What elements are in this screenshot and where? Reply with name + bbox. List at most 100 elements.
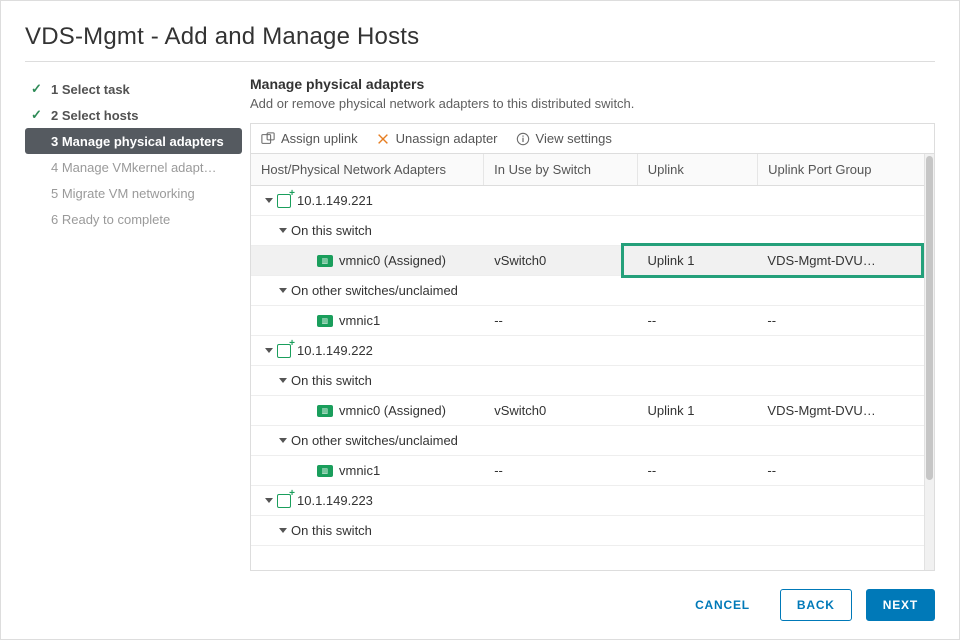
nav-step-3[interactable]: ✓3 Manage physical adapters <box>25 128 242 154</box>
cell-uplink: -- <box>637 306 757 335</box>
nic-row[interactable]: ▥vmnic0 (Assigned)vSwitch0Uplink 1VDS-Mg… <box>251 246 924 276</box>
cell-uplink: Uplink 1 <box>637 396 757 425</box>
col-header-portgroup[interactable]: Uplink Port Group <box>758 154 924 185</box>
row-label: vmnic0 (Assigned) <box>339 403 446 418</box>
cell-uplink <box>637 224 757 238</box>
table-toolbar: Assign uplink Unassign adapter View sett… <box>250 123 935 153</box>
scrollbar-thumb[interactable] <box>926 156 933 480</box>
back-button[interactable]: BACK <box>780 589 852 621</box>
cell-switch <box>484 524 637 538</box>
cell-uplink <box>637 434 757 448</box>
row-label: On this switch <box>291 523 372 538</box>
cell-switch: -- <box>484 306 637 335</box>
step-nav: ✓1 Select task✓2 Select hosts✓3 Manage p… <box>25 76 250 571</box>
cell-portgroup: -- <box>757 456 924 485</box>
nav-step-5: ✓5 Migrate VM networking <box>25 180 242 206</box>
host-row[interactable]: 10.1.149.222 <box>251 336 924 366</box>
nav-step-label: 3 Manage physical adapters <box>51 134 224 149</box>
nic-icon: ▥ <box>317 405 333 417</box>
nic-icon: ▥ <box>317 465 333 477</box>
pane-subtitle: Add or remove physical network adapters … <box>250 96 935 111</box>
host-icon <box>277 344 291 358</box>
unassign-icon <box>376 132 390 146</box>
row-label: On this switch <box>291 373 372 388</box>
wizard-dialog: VDS-Mgmt - Add and Manage Hosts ✓1 Selec… <box>0 0 960 640</box>
cell-uplink <box>637 284 757 298</box>
cell-switch: -- <box>484 456 637 485</box>
cell-switch <box>484 284 637 298</box>
assign-uplink-icon <box>261 132 275 146</box>
expand-caret-icon[interactable] <box>279 438 287 443</box>
next-button[interactable]: NEXT <box>866 589 935 621</box>
group-other[interactable]: On other switches/unclaimed <box>251 426 924 456</box>
info-icon <box>516 132 530 146</box>
view-settings-label: View settings <box>536 131 612 146</box>
dialog-footer: CANCEL BACK NEXT <box>25 571 935 621</box>
nav-step-1[interactable]: ✓1 Select task <box>25 76 242 102</box>
pane-title: Manage physical adapters <box>250 76 935 92</box>
cell-portgroup: VDS-Mgmt-DVU… <box>757 396 924 425</box>
expand-caret-icon[interactable] <box>265 198 273 203</box>
unassign-adapter-label: Unassign adapter <box>396 131 498 146</box>
nic-row[interactable]: ▥vmnic1------ <box>251 306 924 336</box>
cell-uplink: Uplink 1 <box>637 246 757 275</box>
group-on-switch[interactable]: On this switch <box>251 516 924 546</box>
expand-caret-icon[interactable] <box>265 348 273 353</box>
cell-switch <box>484 344 637 358</box>
cell-uplink <box>637 494 757 508</box>
expand-caret-icon <box>305 258 313 263</box>
cell-portgroup: VDS-Mgmt-DVU… <box>757 246 924 275</box>
nic-row[interactable]: ▥vmnic1------ <box>251 456 924 486</box>
expand-caret-icon[interactable] <box>279 378 287 383</box>
expand-caret-icon[interactable] <box>279 288 287 293</box>
host-icon <box>277 494 291 508</box>
row-label: On other switches/unclaimed <box>291 283 458 298</box>
assign-uplink-button[interactable]: Assign uplink <box>261 131 358 146</box>
nav-step-6: ✓6 Ready to complete <box>25 206 242 232</box>
table-header-row: Host/Physical Network Adapters In Use by… <box>251 154 924 186</box>
adapter-table: Host/Physical Network Adapters In Use by… <box>250 153 935 571</box>
cancel-button[interactable]: CANCEL <box>679 590 766 620</box>
table-body: 10.1.149.221 On this switch ▥ vmnic0 (Assig… <box>251 186 924 570</box>
assign-uplink-label: Assign uplink <box>281 131 358 146</box>
cell-portgroup <box>757 494 924 508</box>
cell-portgroup <box>757 284 924 298</box>
expand-caret-icon[interactable] <box>279 228 287 233</box>
cell-portgroup <box>757 194 924 208</box>
divider <box>25 61 935 62</box>
vertical-scrollbar[interactable] <box>924 154 934 570</box>
cell-switch: vSwitch0 <box>484 246 637 275</box>
unassign-adapter-button[interactable]: Unassign adapter <box>376 131 498 146</box>
cell-portgroup <box>757 524 924 538</box>
row-label: vmnic0 (Assigned) <box>339 253 446 268</box>
host-row[interactable]: 10.1.149.223 <box>251 486 924 516</box>
cell-uplink <box>637 194 757 208</box>
col-header-name[interactable]: Host/Physical Network Adapters <box>251 154 484 185</box>
nav-step-2[interactable]: ✓2 Select hosts <box>25 102 242 128</box>
cell-switch <box>484 434 637 448</box>
cell-portgroup <box>757 224 924 238</box>
row-label: vmnic1 <box>339 313 380 328</box>
col-header-uplink[interactable]: Uplink <box>638 154 758 185</box>
expand-caret-icon[interactable] <box>279 528 287 533</box>
nav-step-4: ✓4 Manage VMkernel adapt… <box>25 154 242 180</box>
cell-switch <box>484 494 637 508</box>
row-label: 10.1.149.222 <box>297 343 373 358</box>
cell-switch <box>484 224 637 238</box>
main-pane: Manage physical adapters Add or remove p… <box>250 76 935 571</box>
cell-uplink <box>637 344 757 358</box>
row-label: 10.1.149.221 <box>297 193 373 208</box>
group-on-switch[interactable]: On this switch <box>251 216 924 246</box>
col-header-switch[interactable]: In Use by Switch <box>484 154 638 185</box>
nic-row[interactable]: ▥ vmnic0 (Assigned) vSwitch0Uplink 1VDS-Mg… <box>251 396 924 426</box>
group-other[interactable]: On other switches/unclaimed <box>251 276 924 306</box>
group-on-switch[interactable]: On this switch <box>251 366 924 396</box>
expand-caret-icon[interactable] <box>265 498 273 503</box>
cell-portgroup <box>757 344 924 358</box>
host-icon <box>277 194 291 208</box>
cell-switch: vSwitch0 <box>484 396 637 425</box>
cell-uplink <box>637 524 757 538</box>
host-row[interactable]: 10.1.149.221 <box>251 186 924 216</box>
nav-step-label: 6 Ready to complete <box>51 212 170 227</box>
view-settings-button[interactable]: View settings <box>516 131 612 146</box>
